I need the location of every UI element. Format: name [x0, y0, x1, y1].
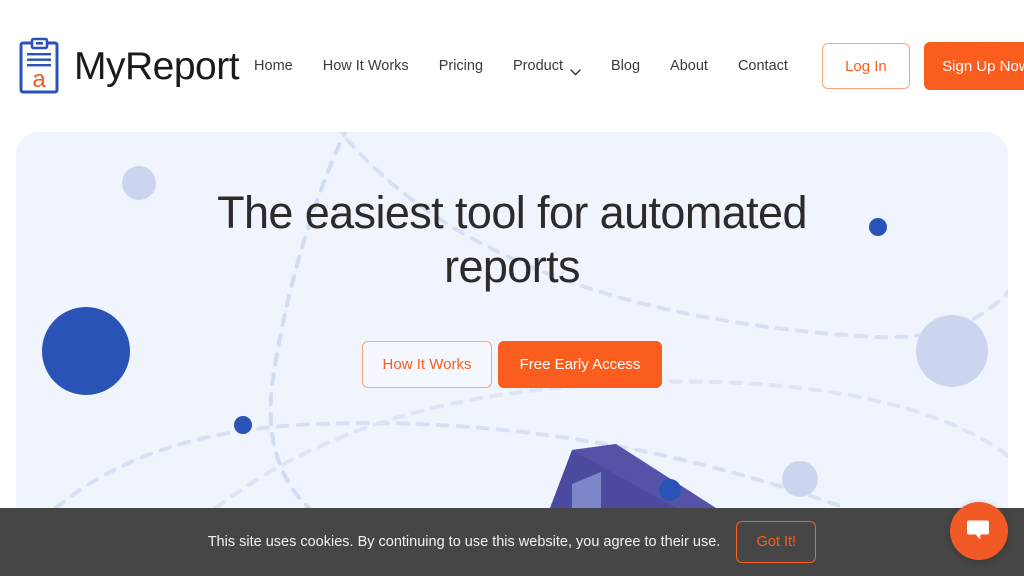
nav-item-label: Home: [254, 58, 293, 74]
nav-item-label: How It Works: [322, 58, 409, 74]
nav-item-about[interactable]: About: [655, 58, 723, 74]
svg-text:a: a: [32, 66, 46, 93]
chevron-down-icon: [570, 64, 581, 75]
clipboard-icon: a: [18, 37, 60, 95]
nav-item-home[interactable]: Home: [239, 58, 308, 74]
landing-page: a MyReport Home How It Works Pricing Pro…: [0, 0, 1024, 576]
main-navigation: Home How It Works Pricing Product Blog A…: [239, 42, 1024, 90]
nav-item-label: Pricing: [438, 58, 484, 74]
signup-button[interactable]: Sign Up Now: [923, 42, 1024, 90]
cookie-consent-banner: This site uses cookies. By continuing to…: [0, 508, 1024, 576]
chat-bubble-icon: [965, 515, 993, 548]
nav-item-blog[interactable]: Blog: [596, 58, 655, 74]
hero-content: The easiest tool for automated reports H…: [16, 132, 1008, 388]
hero-section: The easiest tool for automated reports H…: [16, 132, 1008, 508]
nav-item-label: Product: [513, 58, 563, 74]
chat-widget-button[interactable]: [950, 502, 1008, 560]
nav-item-label: Contact: [737, 58, 788, 74]
nav-item-contact[interactable]: Contact: [723, 58, 803, 74]
free-early-access-button[interactable]: Free Early Access: [498, 340, 662, 388]
login-button[interactable]: Log In: [821, 43, 910, 89]
page-title: The easiest tool for automated reports: [217, 187, 807, 293]
brand-logo[interactable]: a MyReport: [18, 37, 240, 95]
hero-cta-group: How It Works Free Early Access: [16, 340, 1008, 388]
how-it-works-button[interactable]: How It Works: [362, 340, 492, 388]
nav-links: Home How It Works Pricing Product Blog A…: [239, 58, 803, 75]
nav-item-product[interactable]: Product: [498, 58, 596, 75]
nav-item-label: Blog: [611, 58, 641, 74]
header-actions: Log In Sign Up Now: [821, 42, 1024, 90]
cookie-message: This site uses cookies. By continuing to…: [207, 534, 721, 550]
brand-name: MyReport: [74, 44, 240, 88]
nav-item-label: About: [670, 58, 708, 74]
cookie-accept-button[interactable]: Got It!: [736, 521, 817, 563]
nav-item-how-it-works[interactable]: How It Works: [308, 58, 424, 74]
site-header: a MyReport Home How It Works Pricing Pro…: [0, 0, 1024, 132]
nav-item-pricing[interactable]: Pricing: [424, 58, 498, 74]
